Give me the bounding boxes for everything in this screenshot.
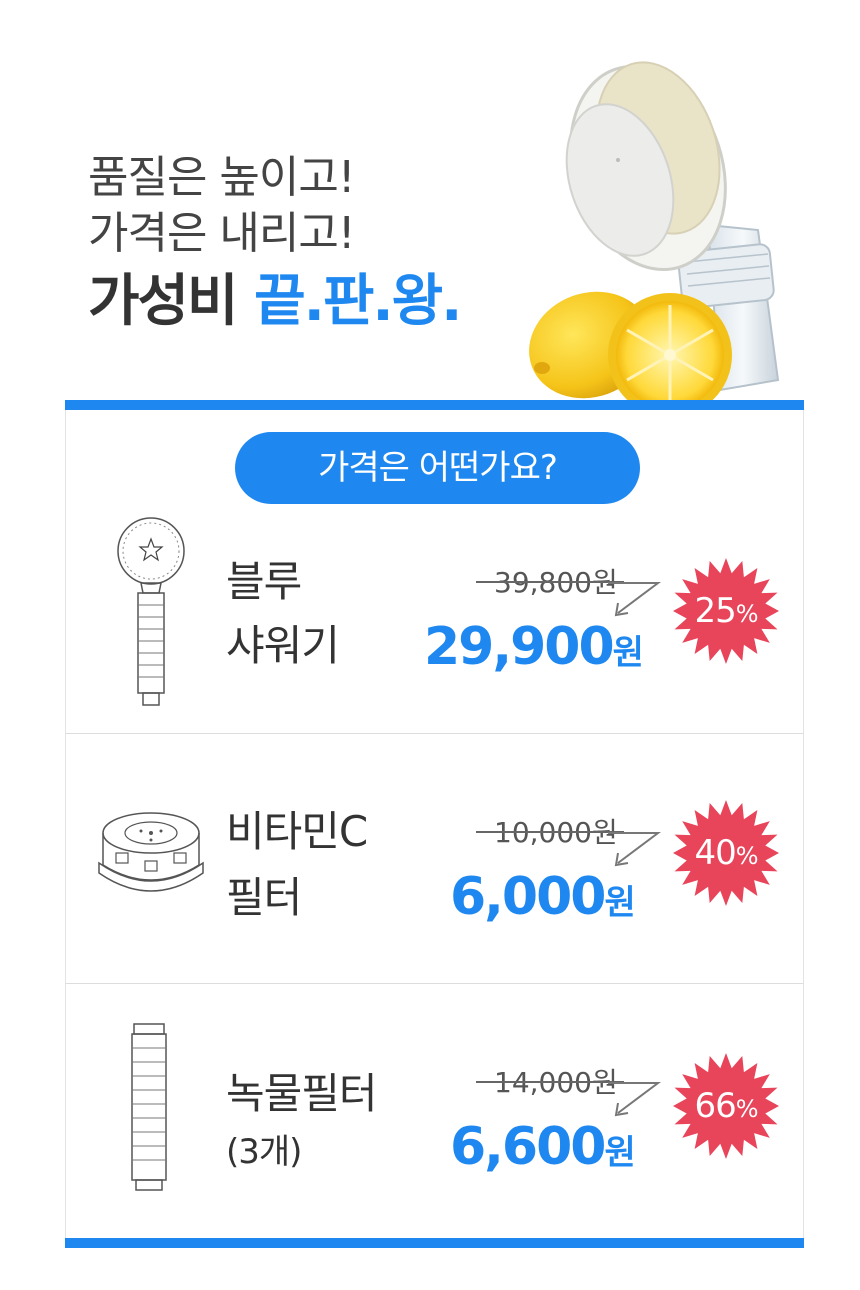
down-arrow-icon [608, 1082, 661, 1117]
discount-number: 25 [694, 591, 736, 631]
sale-price-number: 6,600 [450, 1117, 606, 1177]
product-name-line-2: 필터 [226, 873, 302, 922]
product-name-line-1: 블루 [226, 557, 302, 606]
percent-symbol: % [735, 600, 759, 628]
sale-price: 6,600원 [450, 1117, 636, 1177]
sale-price-number: 29,900 [424, 617, 615, 677]
product-name-line-1: 비타민C [226, 807, 368, 856]
sale-price: 29,900원 [424, 617, 644, 677]
rust-filter-cartridge-icon [131, 1023, 167, 1191]
headline-line-3: 가성비 끝.판.왕. [88, 266, 462, 338]
strikethrough-line [476, 581, 624, 583]
lemon-slice-icon [608, 293, 732, 417]
product-row-vitamin-filter: 비타민C 필터 10,000원 6,000원 40% [66, 733, 803, 984]
original-price: 39,800원 [476, 561, 624, 601]
discount-number: 66 [694, 1086, 736, 1126]
strikethrough-line [476, 831, 624, 833]
percent-symbol: % [735, 1095, 759, 1123]
headline-line-2: 가격은 내리고! [88, 208, 356, 259]
product-name-line-2: (3개) [226, 1132, 302, 1172]
discount-percent: 25% [673, 558, 779, 664]
original-price: 10,000원 [476, 811, 624, 851]
strikethrough-line [476, 1081, 624, 1083]
shower-head-icon [117, 517, 185, 706]
down-arrow-icon [608, 582, 661, 617]
product-row-rust-filter: 녹물필터 (3개) 14,000원 6,600원 66% [66, 983, 803, 1233]
sale-price-number: 6,000 [450, 867, 606, 927]
hero-shower-lemon-image [529, 61, 780, 417]
product-name-line-2: 샤워기 [226, 621, 340, 670]
headline-line-3-accent: 끝.판.왕. [254, 269, 462, 334]
original-price: 14,000원 [476, 1061, 624, 1101]
headline: 품질은 높이고! 가격은 내리고! 가성비 끝.판.왕. [88, 150, 462, 338]
down-arrow-icon [608, 832, 661, 867]
headline-line-3-prefix: 가성비 [88, 269, 255, 334]
discount-number: 40 [694, 833, 736, 873]
product-name-line-1: 녹물필터 [226, 1069, 378, 1118]
panel-top-bar [65, 400, 804, 410]
headline-line-1: 품질은 높이고! [88, 152, 356, 203]
sale-price-unit: 원 [612, 633, 644, 673]
sale-price-unit: 원 [604, 883, 636, 923]
discount-percent: 66% [673, 1053, 779, 1159]
discount-badge: 25% [673, 558, 779, 664]
discount-badge: 66% [673, 1053, 779, 1159]
vitamin-c-filter-icon [98, 812, 204, 892]
discount-percent: 40% [673, 800, 779, 906]
product-row-shower: 블루 샤워기 39,800원 29,900원 25% [66, 483, 803, 734]
panel-bottom-bar [65, 1238, 804, 1248]
discount-badge: 40% [673, 800, 779, 906]
sale-price-unit: 원 [604, 1133, 636, 1173]
sale-price: 6,000원 [450, 867, 636, 927]
percent-symbol: % [735, 842, 759, 870]
